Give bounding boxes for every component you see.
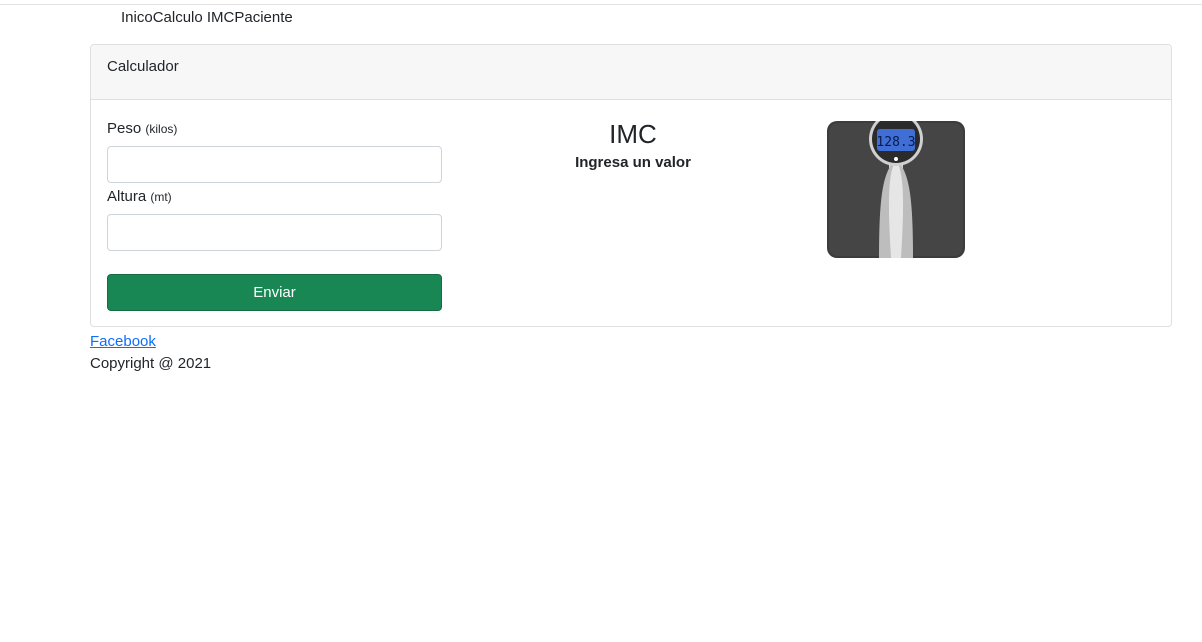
scale-display: 128.3 bbox=[876, 135, 915, 150]
calculator-card: Calculador Peso (kilos) Altura (mt) Envi… bbox=[90, 44, 1172, 327]
peso-label: Peso (kilos) bbox=[107, 119, 442, 141]
imc-result: IMC Ingresa un valor bbox=[553, 117, 713, 173]
altura-input[interactable] bbox=[107, 214, 442, 251]
nav-item-calculo-imc[interactable]: Calculo IMC bbox=[153, 9, 235, 26]
peso-input[interactable] bbox=[107, 146, 442, 183]
top-nav: InicoCalculo IMCPaciente bbox=[121, 8, 293, 28]
bathroom-scale-image: 128.3 bbox=[827, 121, 965, 258]
footer: Facebook Copyright @ 2021 bbox=[90, 331, 211, 375]
imc-form: Peso (kilos) Altura (mt) Enviar bbox=[107, 119, 442, 311]
enviar-button[interactable]: Enviar bbox=[107, 274, 442, 311]
copyright-text: Copyright @ 2021 bbox=[90, 355, 212, 372]
top-divider bbox=[0, 4, 1202, 5]
nav-item-paciente[interactable]: Paciente bbox=[234, 9, 292, 26]
peso-unit: (kilos) bbox=[145, 122, 178, 136]
altura-unit: (mt) bbox=[150, 190, 172, 204]
altura-label-text: Altura bbox=[107, 188, 147, 205]
card-header: Calculador bbox=[91, 45, 1171, 100]
facebook-link[interactable]: Facebook bbox=[90, 333, 156, 350]
imc-message: Ingresa un valor bbox=[575, 154, 691, 171]
imc-title: IMC bbox=[609, 119, 657, 149]
nav-item-inicio[interactable]: Inico bbox=[121, 9, 153, 26]
peso-label-text: Peso bbox=[107, 120, 142, 137]
altura-label: Altura (mt) bbox=[107, 187, 442, 209]
